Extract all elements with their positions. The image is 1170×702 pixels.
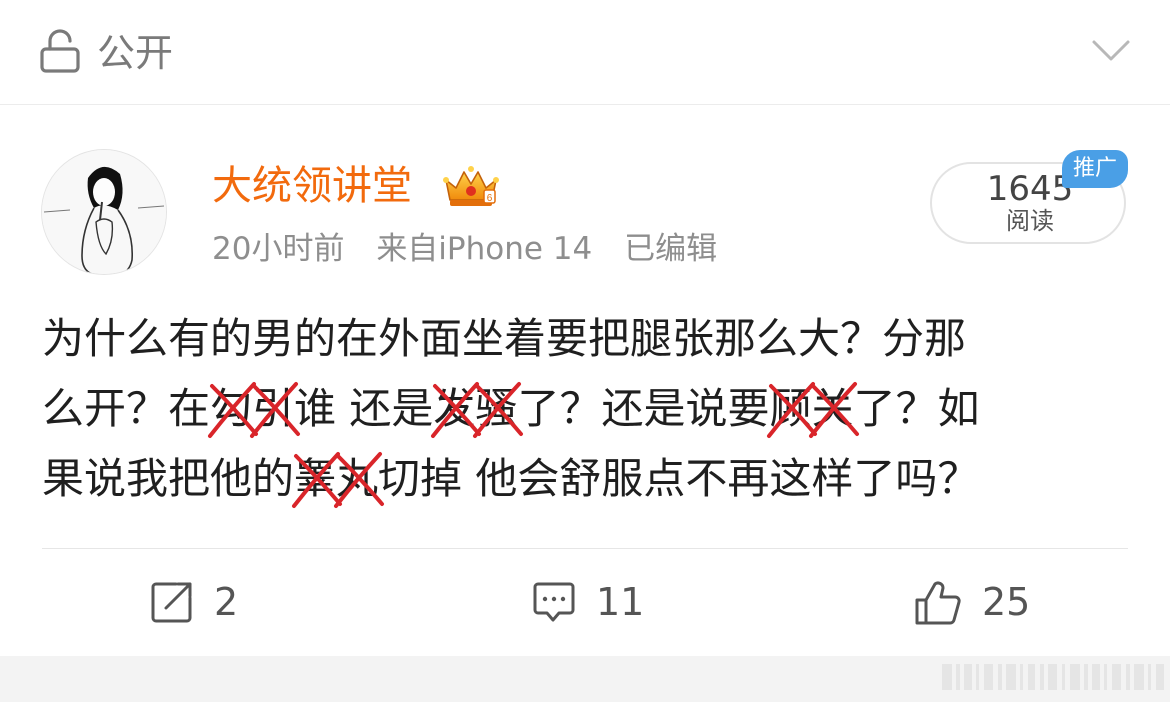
crossed-out-char: 丸 (334, 444, 385, 514)
post-text-segment: 了？如 (853, 384, 980, 433)
like-count: 25 (982, 580, 1031, 624)
svg-text:6: 6 (487, 193, 493, 204)
comment-icon (533, 582, 575, 622)
post-text-segment: 果说我把他的 (42, 454, 295, 503)
promote-badge[interactable]: 推广 (1062, 150, 1128, 188)
post-visibility-bar[interactable]: 公开 (0, 0, 1170, 105)
author-avatar[interactable] (42, 150, 166, 274)
author-name[interactable]: 大统领讲堂 (212, 158, 412, 214)
repost-icon (151, 582, 192, 623)
post-line: 么开？在勾引谁 还是发骚了？还是说要顾关了？如 (42, 374, 1132, 444)
post-source: 来自iPhone 14 (376, 231, 593, 267)
post-text-segment: 切掉 他会舒服点不再这样了吗？ (378, 454, 980, 503)
post-meta: 20小时前 来自iPhone 14 已编辑 (212, 226, 739, 272)
post-text-segment: 为什么有的男的在外面坐着要把腿张那么大？分那 (42, 314, 967, 363)
post-text-segment: 么开？在 (42, 384, 211, 433)
crossed-out-char: 勾 (208, 374, 259, 444)
crossed-char-text: 关 (811, 384, 854, 433)
actions-divider (42, 548, 1128, 549)
crown-badge-icon[interactable]: 6 (442, 162, 500, 210)
crossed-char-text: 发 (433, 384, 476, 433)
read-count-label: 阅读 (1006, 207, 1054, 235)
crossed-char-text: 睾 (294, 454, 337, 503)
watermark-barcode-icon (940, 662, 1166, 692)
crossed-out-char: 骚 (473, 374, 524, 444)
post-text-segment: 了？还是说要 (517, 384, 770, 433)
crossed-char-text: 丸 (336, 454, 379, 503)
crossed-out-char: 关 (809, 374, 860, 444)
post-edited[interactable]: 已编辑 (624, 231, 717, 267)
crossed-out-char: 引 (250, 374, 301, 444)
crossed-out-char: 顾 (767, 374, 818, 444)
like-button[interactable]: 25 (914, 574, 1034, 630)
post-line: 为什么有的男的在外面坐着要把腿张那么大？分那 (42, 304, 1132, 374)
visibility-label: 公开 (97, 31, 174, 75)
crossed-out-char: 发 (431, 374, 482, 444)
repost-button[interactable]: 2 (150, 574, 250, 630)
comment-button[interactable]: 11 (532, 574, 652, 630)
lock-icon (40, 29, 80, 73)
crossed-char-text: 顾 (769, 384, 812, 433)
crossed-char-text: 引 (252, 384, 295, 433)
crossed-char-text: 骚 (475, 384, 518, 433)
crossed-out-char: 睾 (292, 444, 343, 514)
post-line: 果说我把他的睾丸切掉 他会舒服点不再这样了吗？ (42, 444, 1132, 514)
chevron-down-icon[interactable] (1091, 38, 1131, 64)
comment-count: 11 (596, 580, 645, 624)
crossed-char-text: 勾 (210, 384, 253, 433)
thumbs-up-icon (915, 581, 961, 625)
post-text-segment: 谁 还是 (294, 384, 434, 433)
post-time: 20小时前 (212, 231, 345, 267)
post-body: 为什么有的男的在外面坐着要把腿张那么大？分那 么开？在勾引谁 还是发骚了？还是说… (42, 304, 1132, 514)
repost-count: 2 (214, 580, 239, 624)
